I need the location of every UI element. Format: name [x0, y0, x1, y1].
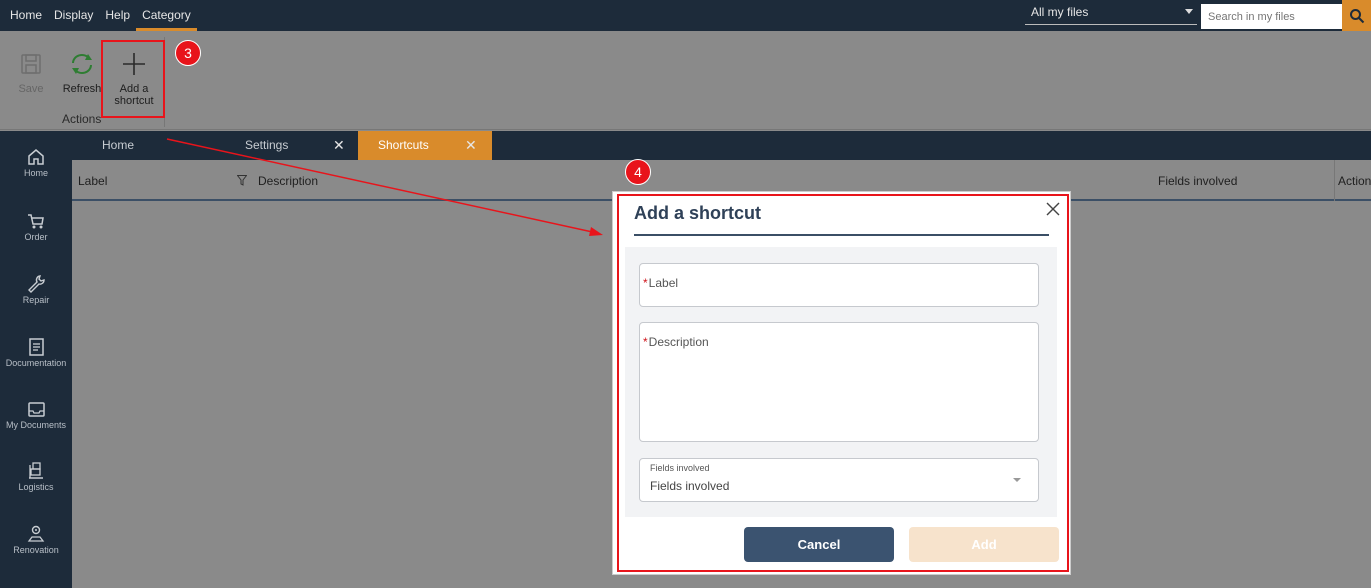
column-header-actions[interactable]: Actions — [1338, 174, 1371, 188]
document-icon — [29, 338, 44, 356]
tab-home[interactable]: Home — [72, 131, 202, 160]
sidebar-label: Home — [23, 168, 48, 178]
home-icon — [28, 149, 44, 165]
search-input[interactable] — [1201, 4, 1342, 29]
menu-help[interactable]: Help — [99, 0, 136, 31]
sidebar-label: Logistics — [18, 482, 54, 492]
tab-settings[interactable]: Settings ✕ — [202, 131, 357, 160]
annotation-badge-step3: 3 — [175, 40, 201, 66]
search-icon — [1349, 8, 1364, 23]
ribbon-group-label: Actions — [62, 112, 102, 126]
cart-icon — [28, 214, 44, 229]
sidebar-label: My Documents — [5, 420, 67, 430]
refresh-button[interactable]: Refresh — [62, 51, 102, 95]
refresh-label: Refresh — [62, 83, 102, 95]
save-button[interactable]: Save — [14, 51, 48, 95]
sidebar-item-order[interactable]: Order — [0, 211, 72, 242]
sidebar-item-my-documents[interactable]: My Documents — [0, 399, 72, 430]
chevron-down-icon — [1185, 9, 1193, 14]
column-header-description[interactable]: Description — [258, 174, 318, 188]
wrench-icon — [28, 275, 45, 293]
annotation-badge-step4: 4 — [625, 159, 651, 185]
refresh-icon — [72, 54, 92, 74]
column-header-fields-involved[interactable]: Fields involved — [1158, 174, 1237, 188]
annotation-highlight-step4 — [617, 194, 1069, 572]
renovation-icon — [27, 525, 45, 542]
inbox-icon — [28, 402, 45, 417]
tab-label: Home — [102, 138, 135, 152]
tab-bar: Home Settings ✕ Shortcuts ✕ — [72, 131, 1371, 160]
logistics-icon — [29, 462, 43, 479]
column-divider — [1334, 160, 1335, 201]
menu-display[interactable]: Display — [48, 0, 99, 31]
left-sidebar: Home Order Repair Documentation My Docum… — [0, 131, 72, 588]
column-header-label[interactable]: Label — [78, 174, 107, 188]
top-menu-bar: Home Display Help Category All my files — [0, 0, 1371, 31]
save-label: Save — [18, 83, 44, 95]
filter-icon[interactable] — [237, 175, 247, 186]
menu-home[interactable]: Home — [0, 0, 48, 31]
sidebar-label: Renovation — [13, 545, 59, 555]
annotation-highlight-step3 — [101, 40, 165, 118]
tab-shortcuts[interactable]: Shortcuts ✕ — [358, 131, 492, 160]
sidebar-item-documentation[interactable]: Documentation — [0, 337, 72, 368]
sidebar-label: Order — [24, 232, 48, 242]
save-icon — [21, 54, 41, 74]
close-icon[interactable]: ✕ — [465, 131, 477, 160]
sidebar-item-renovation[interactable]: Renovation — [0, 524, 72, 555]
ribbon-toolbar: Save Refresh Add a shortcut Actions — [0, 31, 1371, 130]
close-icon[interactable]: ✕ — [333, 131, 345, 160]
search-button[interactable] — [1342, 0, 1371, 31]
search-scope-value: All my files — [1031, 5, 1089, 19]
sidebar-label: Documentation — [5, 358, 67, 368]
sidebar-item-repair[interactable]: Repair — [0, 274, 72, 305]
sidebar-item-logistics[interactable]: Logistics — [0, 461, 72, 492]
sidebar-label: Repair — [22, 295, 50, 305]
tab-label: Settings — [245, 138, 289, 152]
menu-category[interactable]: Category — [136, 0, 197, 31]
search-scope-select[interactable]: All my files — [1025, 3, 1197, 25]
tab-label: Shortcuts — [378, 138, 429, 152]
sidebar-item-home[interactable]: Home — [0, 147, 72, 178]
